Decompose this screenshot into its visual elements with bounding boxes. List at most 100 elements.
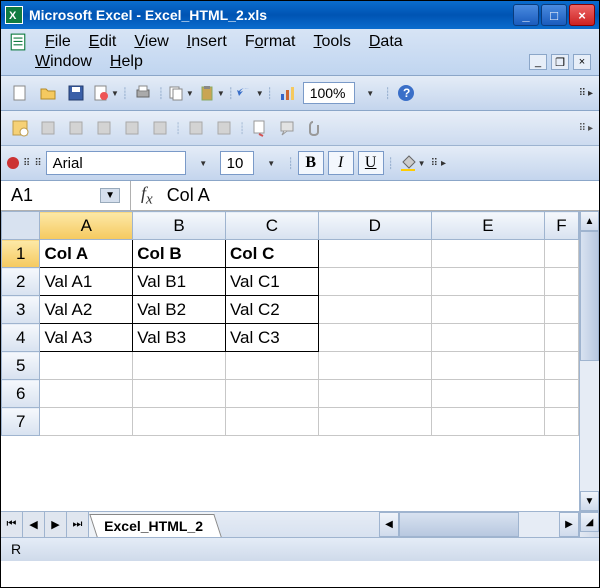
row-header-6[interactable]: 6 <box>2 380 40 408</box>
permissions-button[interactable]: ▼ <box>91 80 120 106</box>
cell[interactable] <box>133 352 226 380</box>
row-header-3[interactable]: 3 <box>2 296 40 324</box>
cell-c4[interactable]: Val C3 <box>225 324 318 352</box>
maximize-button[interactable]: □ <box>541 4 567 26</box>
scroll-right-button[interactable]: ▶ <box>559 512 579 537</box>
cell[interactable] <box>40 380 133 408</box>
cell[interactable] <box>225 352 318 380</box>
cell[interactable] <box>225 380 318 408</box>
cell-f3[interactable] <box>545 296 579 324</box>
row-header-2[interactable]: 2 <box>2 268 40 296</box>
tool-7[interactable] <box>183 115 209 141</box>
cell[interactable] <box>318 352 431 380</box>
tab-nav-next[interactable]: ▶ <box>45 512 67 537</box>
col-header-f[interactable]: F <box>545 212 579 240</box>
cell-d2[interactable] <box>318 268 431 296</box>
col-header-b[interactable]: B <box>133 212 226 240</box>
toolbar-handle-icon[interactable]: ⠿ <box>23 158 30 169</box>
toolbar-handle-icon[interactable]: ⠿ <box>34 158 41 169</box>
row-header-4[interactable]: 4 <box>2 324 40 352</box>
vertical-scroll-thumb[interactable] <box>580 231 599 361</box>
menu-view[interactable]: View <box>134 33 168 51</box>
cell-f4[interactable] <box>545 324 579 352</box>
close-button[interactable]: × <box>569 4 595 26</box>
mdi-minimize-button[interactable]: _ <box>529 54 547 70</box>
toolbar-options-icon[interactable]: ⠿ <box>431 158 438 169</box>
cell[interactable] <box>545 380 579 408</box>
font-size-dropdown[interactable]: ▼ <box>258 150 284 176</box>
toolbar-options-icon[interactable]: ⠿ <box>579 88 586 99</box>
cell-c3[interactable]: Val C2 <box>225 296 318 324</box>
research-button[interactable] <box>247 115 273 141</box>
tool-6[interactable] <box>147 115 173 141</box>
cell-e2[interactable] <box>431 268 544 296</box>
minimize-button[interactable]: _ <box>513 4 539 26</box>
tab-nav-last[interactable]: ⏭ <box>67 512 89 537</box>
toolbar-options-icon[interactable]: ⠿ <box>579 123 586 134</box>
cell[interactable] <box>133 380 226 408</box>
font-size-box[interactable]: 10 <box>220 151 254 175</box>
menu-help[interactable]: Help <box>110 53 143 71</box>
save-button[interactable] <box>63 80 89 106</box>
row-header-5[interactable]: 5 <box>2 352 40 380</box>
cell[interactable] <box>431 408 544 436</box>
zoom-box[interactable]: 100% <box>303 82 355 104</box>
chart-button[interactable] <box>275 80 301 106</box>
spreadsheet-grid[interactable]: A B C D E F 1 Col A Col B Col C 2 Val A1… <box>1 211 579 436</box>
cell[interactable] <box>431 352 544 380</box>
cell-d3[interactable] <box>318 296 431 324</box>
row-header-1[interactable]: 1 <box>2 240 40 268</box>
cell-d1[interactable] <box>318 240 431 268</box>
toolbar-overflow-icon[interactable]: ▸ <box>588 88 593 99</box>
copy-button[interactable]: ▼ <box>166 80 195 106</box>
tool-5[interactable] <box>119 115 145 141</box>
cell[interactable] <box>431 380 544 408</box>
cell-b3[interactable]: Val B2 <box>133 296 226 324</box>
cell-e1[interactable] <box>431 240 544 268</box>
horizontal-scrollbar[interactable]: ◀ ▶ <box>379 512 579 537</box>
select-all-corner[interactable] <box>2 212 40 240</box>
tool-4[interactable] <box>91 115 117 141</box>
cell[interactable] <box>318 380 431 408</box>
record-macro-icon[interactable] <box>7 157 19 169</box>
formula-value[interactable]: Col A <box>163 185 214 206</box>
tool-2[interactable] <box>35 115 61 141</box>
cell-f1[interactable] <box>545 240 579 268</box>
italic-button[interactable]: I <box>328 151 354 175</box>
open-button[interactable] <box>35 80 61 106</box>
cell-b2[interactable]: Val B1 <box>133 268 226 296</box>
undo-button[interactable]: ▼ <box>236 80 265 106</box>
mdi-close-button[interactable]: × <box>573 54 591 70</box>
mdi-restore-button[interactable]: ❐ <box>551 54 569 70</box>
tab-nav-prev[interactable]: ◀ <box>23 512 45 537</box>
tool-3[interactable] <box>63 115 89 141</box>
col-header-a[interactable]: A <box>40 212 133 240</box>
fx-icon[interactable]: fx <box>131 183 163 209</box>
sheet-tab[interactable]: Excel_HTML_2 <box>89 514 221 537</box>
paste-button[interactable]: ▼ <box>197 80 226 106</box>
cell-c1[interactable]: Col C <box>225 240 318 268</box>
menu-file[interactable]: File <box>45 33 71 51</box>
col-header-d[interactable]: D <box>318 212 431 240</box>
cell-d4[interactable] <box>318 324 431 352</box>
scroll-down-button[interactable]: ▼ <box>580 491 599 511</box>
menu-data[interactable]: Data <box>369 33 403 51</box>
zoom-dropdown[interactable]: ▼ <box>357 80 383 106</box>
cell[interactable] <box>545 408 579 436</box>
cell-b1[interactable]: Col B <box>133 240 226 268</box>
print-button[interactable] <box>130 80 156 106</box>
cell-a4[interactable]: Val A3 <box>40 324 133 352</box>
new-query-button[interactable] <box>7 115 33 141</box>
scroll-up-button[interactable]: ▲ <box>580 211 599 231</box>
menu-window[interactable]: Window <box>35 53 92 71</box>
cell[interactable] <box>545 352 579 380</box>
menu-edit[interactable]: Edit <box>89 33 117 51</box>
cell[interactable] <box>40 352 133 380</box>
bold-button[interactable]: B <box>298 151 324 175</box>
name-box-dropdown[interactable]: ▼ <box>100 188 120 203</box>
cell[interactable] <box>225 408 318 436</box>
cell-e4[interactable] <box>431 324 544 352</box>
tool-8[interactable] <box>211 115 237 141</box>
col-header-c[interactable]: C <box>225 212 318 240</box>
font-name-dropdown[interactable]: ▼ <box>190 150 216 176</box>
